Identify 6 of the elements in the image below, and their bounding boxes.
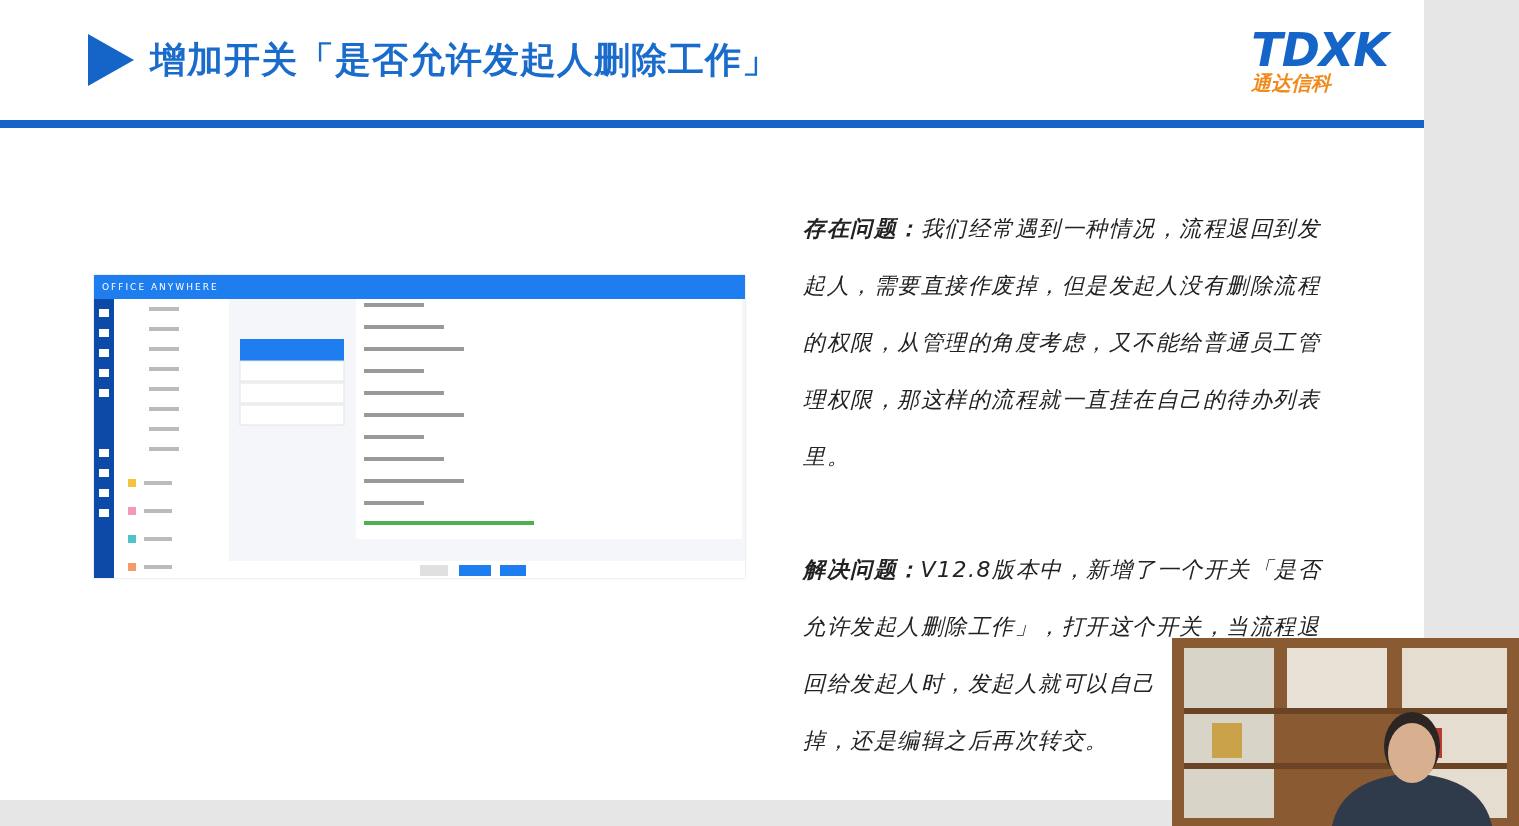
app-brand: OFFICE ANYWHERE — [102, 282, 219, 292]
paragraph: 存在问题：我们经常遇到一种情况，流程退回到发 起人，需要直接作废掉，但是发起人没有删除流程 的权限，从管理的角度考虑，又不能给普通员工管 理权限，那这样的流程就一直挂在自己的待办列表 里。 — [803, 215, 1322, 471]
logo-name: 通达信科 — [1251, 73, 1332, 93]
paragraph: 解决问题：V12.8版本中，新增了一个开关「是否 允许发起人删除工作」，打开这个开关，当流程退 回给发起人时，发起人就可以自己 掉，还是编辑之后再次转交。 — [803, 556, 1322, 755]
play-triangle-icon — [88, 34, 134, 86]
slide-title: 增加开关「是否允许发起人删除工作」 — [150, 37, 780, 82]
